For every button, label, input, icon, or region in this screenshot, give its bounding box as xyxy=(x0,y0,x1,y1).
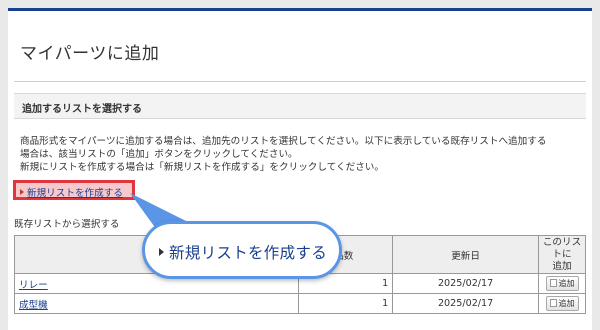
document-icon xyxy=(549,279,557,287)
main-panel: マイパーツに追加 追加するリストを選択する 商品形式をマイパーツに追加する場合は… xyxy=(8,8,592,330)
arrow-right-icon xyxy=(159,248,164,256)
add-to-list-button[interactable]: 追加 xyxy=(545,296,579,311)
section-title: 追加するリストを選択する xyxy=(22,104,142,115)
section-header: 追加するリストを選択する xyxy=(14,93,586,119)
existing-list-label: 既存リストから選択する xyxy=(14,219,120,230)
row-add-cell: 追加 xyxy=(538,293,586,314)
row-name-cell: 成型機 xyxy=(13,293,300,314)
new-list-link[interactable]: 新規リストを作成する xyxy=(20,185,123,199)
description-line-2: 場合は、該当リストの「追加」ボタンをクリックしてください。 xyxy=(20,149,298,160)
arrow-right-icon xyxy=(20,189,24,195)
row-updated-cell: 2025/02/17 xyxy=(392,293,539,314)
callout-label: 新規リストを作成する xyxy=(159,241,327,263)
add-button-label: 追加 xyxy=(558,279,575,288)
column-header-add-line-2: 追加 xyxy=(552,260,572,272)
table-row: 成型機 1 2025/02/17 追加 xyxy=(13,293,586,314)
column-header-add: このリストに 追加 xyxy=(538,235,586,274)
page-title: マイパーツに追加 xyxy=(20,44,160,64)
new-list-highlight: 新規リストを作成する xyxy=(13,180,135,200)
column-header-add-line-1: このリストに xyxy=(542,236,582,260)
description-line-1: 商品形式をマイパーツに追加する場合は、追加先のリストを選択してください。以下に表… xyxy=(20,136,547,147)
callout-bubble: 新規リストを作成する xyxy=(142,221,342,279)
row-add-cell: 追加 xyxy=(538,273,586,294)
add-to-list-button[interactable]: 追加 xyxy=(545,276,579,291)
column-header-updated: 更新日 xyxy=(392,235,539,274)
title-divider xyxy=(14,81,586,82)
row-count-cell: 1 xyxy=(298,293,394,314)
new-list-link-label: 新規リストを作成する xyxy=(27,188,123,199)
description-line-3: 新規にリストを作成する場合は「新規リストを作成する」をクリックしてください。 xyxy=(20,162,384,173)
document-icon xyxy=(549,299,557,307)
row-updated-cell: 2025/02/17 xyxy=(392,273,539,294)
add-button-label: 追加 xyxy=(558,299,575,308)
list-name-link[interactable]: リレー xyxy=(19,280,48,291)
list-name-link[interactable]: 成型機 xyxy=(19,300,48,311)
description: 商品形式をマイパーツに追加する場合は、追加先のリストを選択してください。以下に表… xyxy=(20,135,586,174)
callout-label-text: 新規リストを作成する xyxy=(169,244,328,262)
